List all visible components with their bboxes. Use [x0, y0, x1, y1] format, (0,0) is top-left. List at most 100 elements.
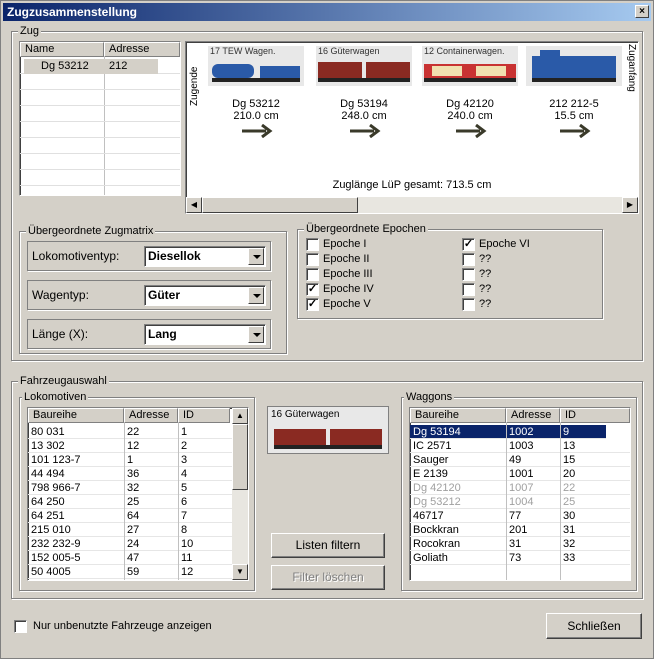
table-cell: 13: [563, 440, 576, 452]
zug-table[interactable]: Name Adresse Dg 53212 212: [19, 41, 181, 196]
table-row[interactable]: IC 2571 1003 13: [410, 439, 630, 453]
arrow-right-icon[interactable]: [558, 124, 594, 138]
table-cell: 9: [563, 426, 570, 438]
zug-header-name[interactable]: Name: [20, 42, 104, 57]
epoche-checkbox[interactable]: [306, 253, 319, 266]
zug-legend: Zug: [18, 25, 41, 37]
car-name: Dg 42120: [446, 98, 494, 110]
lokotyp-label: Lokomotiventyp:: [32, 249, 120, 263]
car-slot-4[interactable]: [526, 46, 622, 86]
loko-scrollbar[interactable]: ▲ ▼: [232, 408, 248, 580]
loko-header-baureihe[interactable]: Baureihe: [28, 408, 124, 423]
epoche-checkbox[interactable]: ✓: [462, 238, 475, 251]
table-row[interactable]: Goliath 73 33: [410, 551, 630, 565]
table-row[interactable]: E 2139 1001 20: [410, 467, 630, 481]
table-row[interactable]: Dg 42120 1007 22: [410, 481, 630, 495]
table-row[interactable]: 64 251 64 7: [28, 509, 232, 523]
epoche-checkbox[interactable]: ✓: [306, 298, 319, 311]
table-cell: Bockkran: [413, 524, 459, 536]
table-row[interactable]: 101 123-7 1 3: [28, 453, 232, 467]
epoche-checkbox[interactable]: ✓: [306, 283, 319, 296]
zug-header-adresse[interactable]: Adresse: [104, 42, 180, 57]
table-cell: 30: [563, 510, 576, 522]
table-row[interactable]: Sauger 49 15: [410, 453, 630, 467]
loko-header-id[interactable]: ID: [178, 408, 230, 423]
table-cell: 50 4005: [31, 566, 71, 578]
close-window-button[interactable]: ×: [635, 5, 649, 18]
lokotyp-panel: Lokomotiventyp: Diesellok: [27, 241, 271, 271]
schliessen-button[interactable]: Schließen: [546, 613, 642, 639]
table-cell: 32: [127, 482, 140, 494]
loko-header-adresse[interactable]: Adresse: [124, 408, 178, 423]
waggons-table[interactable]: Baureihe Adresse ID Dg 53194 1002 9 IC 2571…: [409, 407, 631, 581]
diesel-loco-icon: [532, 56, 616, 78]
boxcar-icon: [318, 62, 362, 78]
epoche-checkbox[interactable]: [306, 238, 319, 251]
table-row[interactable]: Bockkran 201 31: [410, 523, 630, 537]
table-cell: 12: [127, 440, 140, 452]
scroll-left-button[interactable]: ◀: [186, 197, 202, 213]
epoche-checkbox[interactable]: [462, 268, 475, 281]
wagentyp-select[interactable]: Güter: [144, 285, 266, 306]
unbenutzte-label: Nur unbenutzte Fahrzeuge anzeigen: [33, 620, 212, 632]
car-caption: 17 TEW Wagen.: [210, 46, 276, 56]
arrow-right-icon[interactable]: [454, 124, 490, 138]
scroll-right-button[interactable]: ▶: [622, 197, 638, 213]
table-cell: 1002: [509, 426, 534, 438]
waggons-header-baureihe[interactable]: Baureihe: [410, 408, 506, 423]
table-row[interactable]: Dg 53212 1004 25: [410, 495, 630, 509]
wagon-icon: [260, 66, 300, 78]
table-row[interactable]: 50 4005 59 12: [28, 565, 232, 579]
unbenutzte-checkbox[interactable]: [14, 620, 27, 633]
car-name: 212 212-5: [549, 98, 599, 110]
waggons-header-adresse[interactable]: Adresse: [506, 408, 560, 423]
table-row[interactable]: 80 031 22 1: [28, 425, 232, 439]
table-row[interactable]: 13 302 12 2: [28, 439, 232, 453]
table-row[interactable]: Rocokran 31 32: [410, 537, 630, 551]
epoche-checkbox[interactable]: [306, 268, 319, 281]
table-cell: 101 123-7: [31, 454, 81, 466]
laenge-label: Länge (X):: [32, 327, 89, 341]
chevron-down-icon[interactable]: [248, 248, 264, 265]
epoche-label: Epoche I: [323, 238, 367, 250]
scroll-thumb[interactable]: [202, 197, 358, 213]
train-view[interactable]: Zugende Zuganfang 17 TEW Wagen. Dg 53212…: [185, 41, 639, 214]
car-length: 15.5 cm: [554, 110, 594, 122]
car-slot-2[interactable]: 16 Güterwagen: [316, 46, 412, 86]
table-row[interactable]: 215 010 27 8: [28, 523, 232, 537]
table-row[interactable]: 152 005-5 47 11: [28, 551, 232, 565]
lokotyp-select[interactable]: Diesellok: [144, 246, 266, 267]
table-row[interactable]: Dg 53212 212: [24, 59, 158, 74]
arrow-right-icon[interactable]: [240, 124, 276, 138]
waggons-header-id[interactable]: ID: [560, 408, 630, 423]
table-row[interactable]: 232 232-9 24 10: [28, 537, 232, 551]
laenge-panel: Länge (X): Lang: [27, 319, 271, 349]
chevron-down-icon[interactable]: [248, 287, 264, 304]
table-row[interactable]: 46717 77 30: [410, 509, 630, 523]
car-slot-3[interactable]: 12 Containerwagen.: [422, 46, 518, 86]
epoche-checkbox[interactable]: [462, 253, 475, 266]
lokomotiven-table[interactable]: Baureihe Adresse ID 80 031 22 1 13 302 12 2 10…: [27, 407, 249, 581]
laenge-select[interactable]: Lang: [144, 324, 266, 345]
table-cell: 24: [127, 538, 140, 550]
scroll-up-button[interactable]: ▲: [232, 408, 248, 424]
table-row[interactable]: 64 250 25 6: [28, 495, 232, 509]
table-row[interactable]: 798 966-7 32 5: [28, 481, 232, 495]
table-cell: Sauger: [413, 454, 449, 466]
listen-filtern-button[interactable]: Listen filtern: [271, 533, 385, 558]
epoche-label: ??: [479, 253, 492, 265]
table-row[interactable]: 44 494 36 4: [28, 467, 232, 481]
filter-loeschen-button[interactable]: Filter löschen: [271, 565, 385, 590]
scroll-thumb[interactable]: [232, 424, 248, 490]
table-cell: 49: [509, 454, 522, 466]
table-row[interactable]: Dg 53194 1002 9: [410, 425, 606, 439]
arrow-right-icon[interactable]: [348, 124, 384, 138]
epoche-checkbox[interactable]: [462, 283, 475, 296]
table-cell: 5: [181, 482, 188, 494]
scroll-down-button[interactable]: ▼: [232, 564, 248, 580]
chevron-down-icon[interactable]: [248, 326, 264, 343]
car-slot-1[interactable]: 17 TEW Wagen.: [208, 46, 304, 86]
zugmatrix-legend: Übergeordnete Zugmatrix: [26, 225, 156, 237]
epoche-checkbox[interactable]: [462, 298, 475, 311]
train-scrollbar[interactable]: ◀ ▶: [186, 197, 638, 213]
